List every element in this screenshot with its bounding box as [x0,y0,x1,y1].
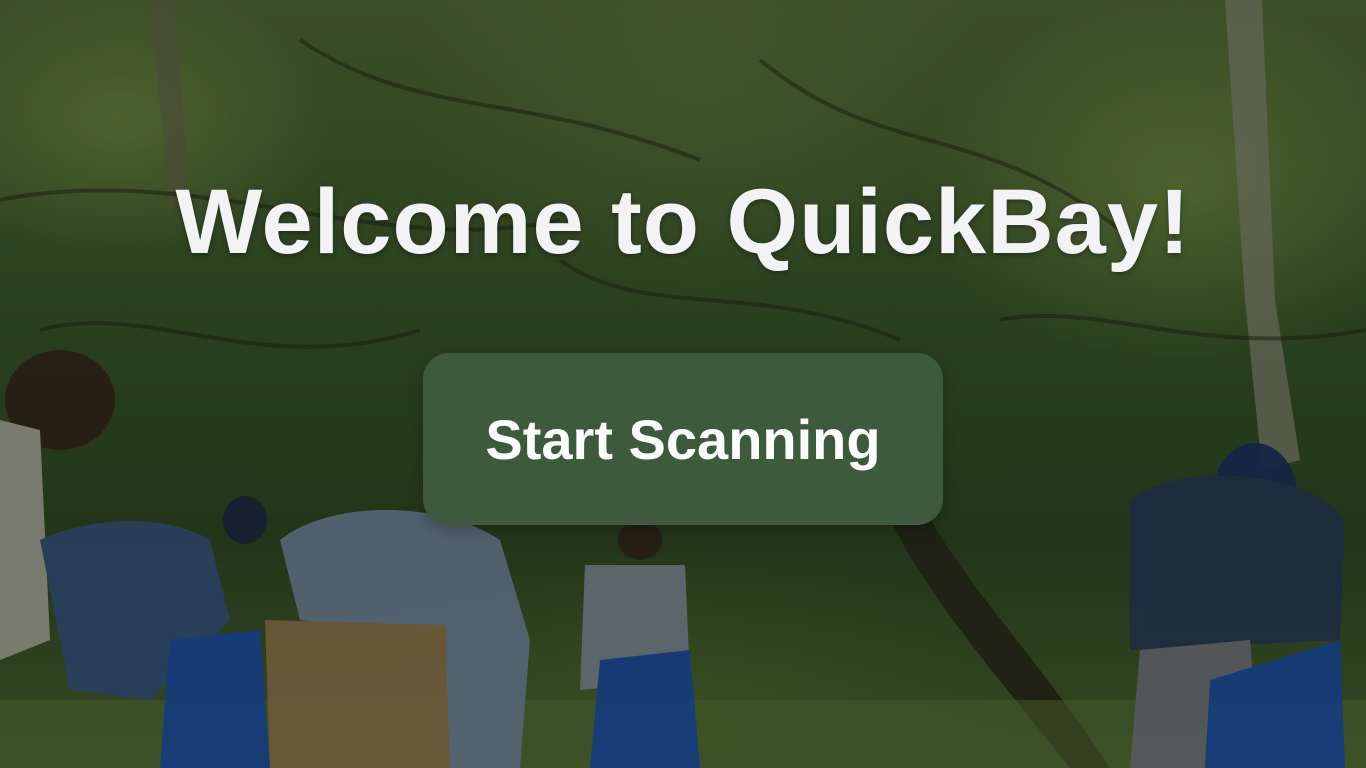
page-title: Welcome to QuickBay! [175,171,1191,273]
start-scanning-button[interactable]: Start Scanning [423,353,943,525]
